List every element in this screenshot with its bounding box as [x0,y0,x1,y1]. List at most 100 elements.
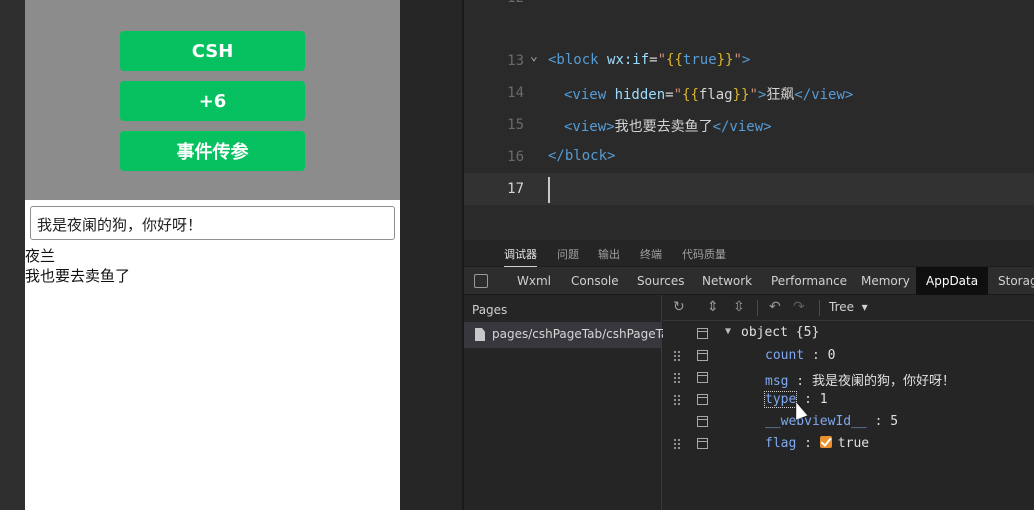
entry-key: flag [765,436,797,451]
tab-debugger[interactable]: 调试器 [504,246,537,268]
code-token: hidden [614,87,666,103]
page-path: pages/cshPageTab/cshPageTab [492,327,676,341]
line-number: 12 [464,0,524,6]
code-token: }} [716,52,734,68]
refresh-icon[interactable]: ↻ [673,299,685,315]
code-token: }} [732,87,750,103]
code-line-13[interactable]: 13 ⌄ <block wx:if="{{true}}"> [464,45,1034,77]
tree-row-count[interactable]: count : 0 [663,345,1034,367]
flag-checkbox[interactable] [819,436,832,448]
drag-handle-icon[interactable] [673,350,681,362]
entry-value: 5 [890,414,899,429]
code-line-16[interactable]: 16 </block> [464,141,1034,173]
line-number: 17 [507,181,524,197]
tab-terminal[interactable]: 终端 [640,246,662,262]
context-menu-icon[interactable] [697,328,708,339]
entry-key: msg [765,374,789,389]
left-strip [0,0,25,510]
event-param-button[interactable]: 事件传参 [120,131,305,171]
tab-problems[interactable]: 问题 [557,246,579,262]
collapse-all-icon[interactable]: ⇳ [733,299,745,315]
message-input[interactable]: 我是夜阑的狗，你好呀！ [30,206,395,240]
code-line-14[interactable]: 14 <view hidden="{{flag}}">狂飙</view> [464,77,1034,109]
view-mode-select[interactable]: Tree ▾ [829,300,868,314]
context-menu-icon[interactable] [697,394,708,405]
plus-six-button[interactable]: +6 [120,81,305,121]
redo-icon[interactable]: ↷ [793,299,805,315]
undo-icon[interactable]: ↶ [769,299,781,315]
text-caret [548,177,550,203]
tree-row-msg[interactable]: msg : 我是夜阑的狗，你好呀！ [663,367,1034,389]
csh-button[interactable]: CSH [120,31,305,71]
entry-value: true [837,436,870,451]
tree-row-type[interactable]: type : 1 [663,389,1034,411]
context-menu-icon[interactable] [697,438,708,449]
entry-key: __webviewId__ [765,414,867,429]
drag-handle-icon[interactable] [673,438,681,450]
tree-row-flag[interactable]: flag : true [663,433,1034,455]
context-menu-icon[interactable] [697,372,708,383]
entry-value[interactable]: 0 [828,348,836,363]
tab-console[interactable]: Console [561,267,629,295]
code-token: " [749,87,758,103]
code-line-15[interactable]: 15 <view>我也要去卖鱼了</view> [464,109,1034,141]
tab-storage[interactable]: Storag [988,267,1034,295]
tab-sources[interactable]: Sources [627,267,694,295]
code-token: <view [564,87,615,103]
code-text: <view hidden="{{flag}}">狂飙</view> [564,84,853,104]
tab-output[interactable]: 输出 [598,246,620,262]
code-token: <view> [564,119,615,135]
inspect-element-icon[interactable] [474,274,488,288]
drag-handle-icon[interactable] [673,394,681,406]
code-token: <block [548,52,608,68]
line-number: 14 [507,85,524,101]
page-item[interactable]: pages/cshPageTab/cshPageTab [464,322,676,348]
tab-memory[interactable]: Memory [851,267,920,295]
text-yelan: 夜兰 [25,247,56,265]
appdata-tree: ↻ ⇕ ⇳ ↶ ↷ Tree ▾ ▼ object {5} count : 0 … [663,295,1034,510]
code-token: </view> [712,119,772,135]
code-line-12[interactable]: 12 [464,0,1034,14]
code-token: wx:if [607,52,650,68]
entry-key: count [765,348,805,363]
tree-toolbar: ↻ ⇕ ⇳ ↶ ↷ Tree ▾ [663,295,1034,321]
tab-network[interactable]: Network [692,267,762,295]
panel-gutter [400,0,462,510]
code-token: " [733,52,742,68]
code-token: > [741,52,751,68]
toolbar-divider [819,300,820,316]
tree-row-root[interactable]: ▼ object {5} [663,323,1034,345]
entry-value[interactable]: 我是夜阑的狗，你好呀！ [812,374,955,389]
code-token: {{ [666,52,683,68]
line-number: 13 [507,53,524,69]
code-token: = [665,87,674,103]
entry-value[interactable]: 1 [820,392,828,407]
code-line-17[interactable]: 17 [464,173,1034,205]
devtools-tab-bar: Wxml Console Sources Network Performance… [464,267,1034,295]
object-label: object {5} [741,325,820,340]
expand-triangle-icon[interactable]: ▼ [725,326,731,337]
toolbar-divider [757,300,758,316]
drag-handle-icon[interactable] [673,372,681,384]
context-menu-icon[interactable] [697,350,708,361]
code-token: 我也要去卖鱼了 [614,119,713,135]
context-menu-icon[interactable] [697,416,708,427]
expand-all-icon[interactable]: ⇕ [707,299,719,315]
code-token: </block> [548,148,616,164]
code-editor[interactable]: 12 13 ⌄ <block wx:if="{{true}}"> 14 <vie… [464,0,1034,240]
tab-performance[interactable]: Performance [761,267,857,295]
file-icon [475,328,485,341]
tree-row-webviewid[interactable]: __webviewId__ : 5 [663,411,1034,433]
code-token: true [682,52,717,68]
code-token: </view> [794,87,854,103]
code-text: <block wx:if="{{true}}"> [548,52,750,68]
code-text: <view>我也要去卖鱼了</view> [564,116,772,136]
fold-chevron-icon[interactable]: ⌄ [530,49,538,64]
tab-code-quality[interactable]: 代码质量 [682,246,726,262]
line-number: 15 [507,117,524,133]
tab-wxml[interactable]: Wxml [507,267,561,295]
tab-appdata[interactable]: AppData [916,267,989,295]
primary-tab-bar: 调试器 问题 输出 终端 代码质量 [464,240,1034,268]
simulator-header-area: CSH +6 事件传参 [25,0,400,200]
code-token: " [673,87,683,103]
